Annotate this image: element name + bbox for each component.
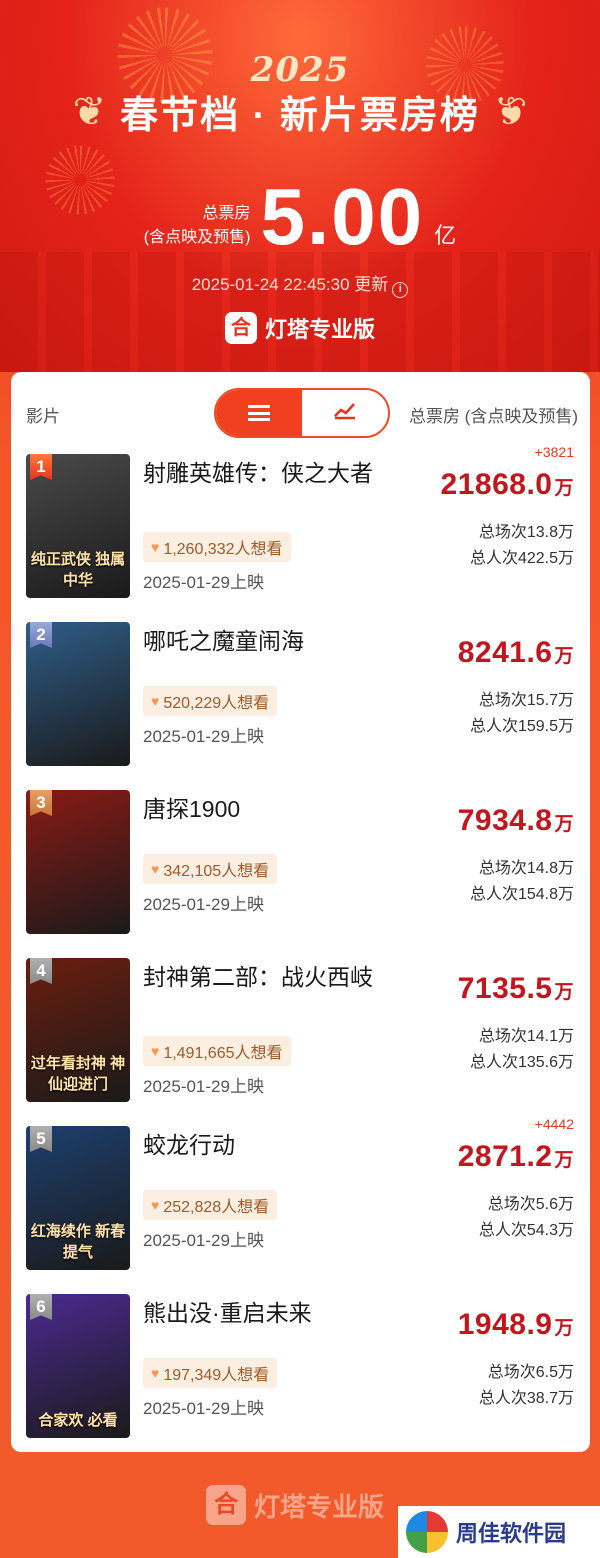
poster-text: 过年看封神 神仙迎进门: [30, 1055, 126, 1093]
list-icon: [248, 405, 270, 421]
box-office-value: 21868.0 万: [440, 468, 574, 501]
box-office-value: 8241.6 万: [457, 636, 574, 669]
ranking-card: 影片 总票房 (含点映及预售) 纯正武侠 独属中华 1 射雕英雄传：侠之大者 ♥ 1,2…: [11, 372, 590, 1452]
footer-logo-icon: 合: [206, 1485, 246, 1525]
want-to-see-badge: ♥ 252,828人想看: [143, 1190, 278, 1220]
brand-logo-icon: 合: [224, 312, 257, 344]
box-office-value: 7135.5 万: [457, 972, 574, 1005]
total-admissions: 总人次38.7万: [478, 1390, 574, 1407]
want-to-see-badge: ♥ 197,349人想看: [143, 1358, 278, 1388]
heart-icon: ♥: [151, 1043, 160, 1059]
film-poster[interactable]: 合家欢 必看 6: [26, 1294, 130, 1438]
want-to-see-badge: ♥ 1,260,332人想看: [143, 532, 291, 562]
total-admissions: 总人次159.5万: [469, 718, 574, 735]
total-screenings: 总场次15.7万: [478, 692, 574, 709]
total-admissions: 总人次54.3万: [478, 1222, 574, 1239]
film-title[interactable]: 蛟龙行动: [143, 1128, 403, 1162]
film-title[interactable]: 射雕英雄传：侠之大者: [143, 456, 403, 490]
total-unit: 亿: [434, 223, 457, 248]
release-date: 2025-01-29上映: [143, 727, 264, 746]
total-value: 5.00: [260, 172, 425, 261]
film-title[interactable]: 熊出没·重启未来: [143, 1296, 403, 1330]
heart-icon: ♥: [151, 539, 160, 555]
brand-name: 灯塔专业版: [264, 317, 375, 342]
rank-badge: 5: [30, 1126, 52, 1152]
column-film: 影片: [26, 407, 60, 426]
total-screenings: 总场次6.5万: [487, 1364, 574, 1381]
film-poster[interactable]: 纯正武侠 独属中华 1: [26, 454, 130, 598]
total-box-office: 总票房 (含点映及预售) 5.00 亿: [0, 172, 600, 261]
header-banner: 2025 ❦ 春节档 · 新片票房榜 ❦ 总票房 (含点映及预售) 5.00 亿…: [0, 0, 600, 372]
total-admissions: 总人次422.5万: [469, 550, 574, 567]
poster-text: 合家欢 必看: [38, 1412, 118, 1429]
release-date: 2025-01-29上映: [143, 1077, 264, 1096]
film-poster[interactable]: 3: [26, 790, 130, 934]
film-row[interactable]: 红海续作 新春提气 5 蛟龙行动 ♥ 252,828人想看 2025-01-29上映 +44…: [11, 1116, 590, 1292]
brand: 合 灯塔专业版: [0, 312, 600, 344]
total-admissions: 总人次154.8万: [469, 886, 574, 903]
footer-brand-name: 灯塔专业版: [254, 1491, 385, 1522]
footer-brand: 合 灯塔专业版: [206, 1485, 384, 1525]
title-row: ❦ 春节档 · 新片票房榜 ❦: [0, 84, 600, 139]
chart-view-button[interactable]: [302, 390, 388, 436]
heart-icon: ♥: [151, 1365, 160, 1381]
laurel-left-icon: ❦: [72, 89, 107, 134]
chart-icon: [333, 400, 357, 426]
heart-icon: ♥: [151, 861, 160, 877]
want-to-see-badge: ♥ 1,491,665人想看: [143, 1036, 291, 1066]
box-office-delta: +3821: [534, 444, 574, 460]
box-office-value: 1948.9 万: [457, 1308, 574, 1341]
film-row[interactable]: 纯正武侠 独属中华 1 射雕英雄传：侠之大者 ♥ 1,260,332人想看 2025-01…: [11, 444, 590, 620]
film-poster[interactable]: 红海续作 新春提气 5: [26, 1126, 130, 1270]
release-date: 2025-01-29上映: [143, 1399, 264, 1418]
film-list: 纯正武侠 独属中华 1 射雕英雄传：侠之大者 ♥ 1,260,332人想看 2025-01…: [11, 444, 590, 1452]
poster-text: 红海续作 新春提气: [30, 1223, 126, 1261]
watermark-logo-icon: [406, 1511, 448, 1553]
update-time: 2025-01-24 22:45:30 更新 i: [0, 270, 600, 298]
watermark: 周佳软件园: [398, 1506, 600, 1558]
film-row[interactable]: 合家欢 必看 6 熊出没·重启未来 ♥ 197,349人想看 2025-01-29上映 19…: [11, 1292, 590, 1452]
box-office-delta: +4442: [534, 1116, 574, 1132]
rank-badge: 4: [30, 958, 52, 984]
release-date: 2025-01-29上映: [143, 895, 264, 914]
total-screenings: 总场次14.8万: [478, 860, 574, 877]
film-poster[interactable]: 过年看封神 神仙迎进门 4: [26, 958, 130, 1102]
poster-text: 纯正武侠 独属中华: [30, 551, 126, 589]
film-title[interactable]: 封神第二部：战火西岐: [143, 960, 403, 994]
film-poster[interactable]: 2: [26, 622, 130, 766]
release-date: 2025-01-29上映: [143, 1231, 264, 1250]
rank-badge: 1: [30, 454, 52, 480]
total-label: 总票房 (含点映及预售): [143, 205, 251, 246]
table-header: 影片 总票房 (含点映及预售): [11, 372, 590, 452]
film-title[interactable]: 哪吒之魔童闹海: [143, 624, 403, 658]
page-title: 春节档 · 新片票房榜: [120, 95, 480, 137]
film-row[interactable]: 2 哪吒之魔童闹海 ♥ 520,229人想看 2025-01-29上映 8241.6 万总场…: [11, 620, 590, 788]
want-to-see-badge: ♥ 342,105人想看: [143, 854, 278, 884]
release-date: 2025-01-29上映: [143, 573, 264, 592]
box-office-value: 7934.8 万: [457, 804, 574, 837]
film-row[interactable]: 过年看封神 神仙迎进门 4 封神第二部：战火西岐 ♥ 1,491,665人想看 2025-…: [11, 956, 590, 1124]
film-row[interactable]: 3 唐探1900 ♥ 342,105人想看 2025-01-29上映 7934.8 万总场次…: [11, 788, 590, 956]
want-to-see-badge: ♥ 520,229人想看: [143, 686, 278, 716]
total-screenings: 总场次14.1万: [478, 1028, 574, 1045]
heart-icon: ♥: [151, 693, 160, 709]
info-icon[interactable]: i: [392, 282, 409, 298]
laurel-right-icon: ❦: [493, 89, 528, 134]
total-admissions: 总人次135.6万: [469, 1054, 574, 1071]
film-title[interactable]: 唐探1900: [143, 792, 403, 826]
view-toggle[interactable]: [214, 388, 390, 438]
box-office-value: 2871.2 万: [457, 1140, 574, 1173]
rank-badge: 3: [30, 790, 52, 816]
heart-icon: ♥: [151, 1197, 160, 1213]
column-total: 总票房 (含点映及预售): [408, 407, 578, 426]
watermark-text: 周佳软件园: [456, 1521, 567, 1546]
list-view-button[interactable]: [216, 390, 302, 436]
rank-badge: 2: [30, 622, 52, 648]
total-screenings: 总场次13.8万: [478, 524, 574, 541]
rank-badge: 6: [30, 1294, 52, 1320]
total-screenings: 总场次5.6万: [487, 1196, 574, 1213]
